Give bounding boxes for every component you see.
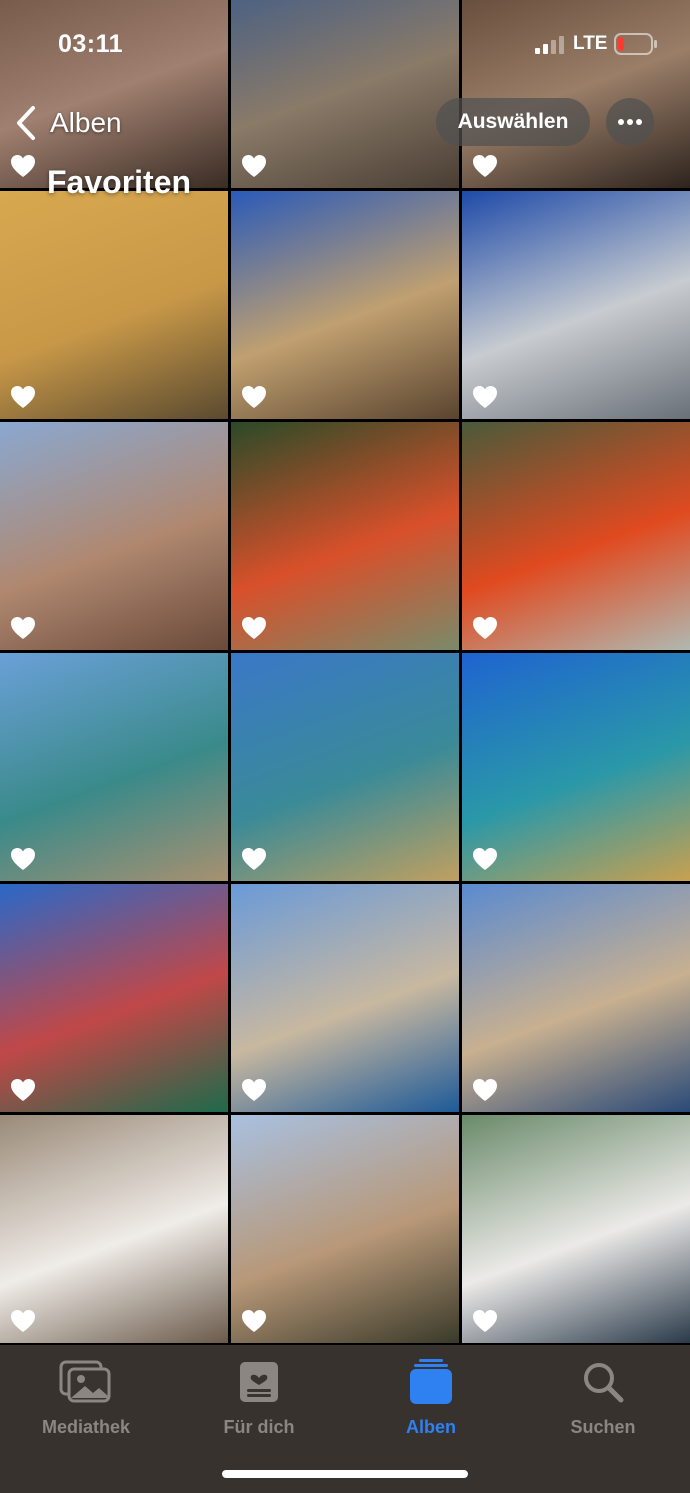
tab-mediathek[interactable]: Mediathek bbox=[11, 1357, 161, 1438]
battery-low-icon bbox=[614, 33, 657, 55]
photo-library-icon bbox=[56, 1357, 116, 1407]
favorite-heart-icon bbox=[241, 1078, 267, 1102]
favorite-heart-icon bbox=[10, 847, 36, 871]
home-indicator[interactable] bbox=[222, 1470, 468, 1478]
photo-thumbnail[interactable] bbox=[462, 422, 690, 650]
photo-thumbnail[interactable] bbox=[0, 422, 228, 650]
photo-thumbnail[interactable] bbox=[0, 653, 228, 881]
tab-label: Alben bbox=[405, 1417, 456, 1437]
photo-thumbnail[interactable] bbox=[231, 1115, 459, 1343]
favorite-heart-icon bbox=[241, 385, 267, 409]
more-button[interactable] bbox=[606, 98, 654, 146]
favorite-heart-icon bbox=[241, 616, 267, 640]
favorite-heart-icon bbox=[241, 1309, 267, 1333]
search-icon bbox=[573, 1357, 633, 1407]
network-type: LTE bbox=[573, 33, 608, 54]
tab-alben[interactable]: Alben bbox=[356, 1357, 506, 1438]
favorite-heart-icon bbox=[241, 847, 267, 871]
favorite-heart-icon bbox=[472, 616, 498, 640]
favorite-heart-icon bbox=[10, 154, 36, 178]
tab-label: Suchen bbox=[570, 1417, 636, 1437]
favorite-heart-icon bbox=[472, 154, 498, 178]
photo-thumbnail[interactable] bbox=[462, 653, 690, 881]
photo-thumbnail[interactable] bbox=[231, 191, 459, 419]
favorite-heart-icon bbox=[10, 385, 36, 409]
for-you-icon bbox=[229, 1357, 289, 1407]
ellipsis-icon bbox=[618, 119, 642, 125]
chevron-left-icon bbox=[17, 106, 35, 140]
back-label: Alben bbox=[50, 107, 122, 138]
photo-thumbnail[interactable] bbox=[231, 884, 459, 1112]
tab-label: Für dich bbox=[223, 1417, 295, 1437]
favorite-heart-icon bbox=[10, 616, 36, 640]
select-button[interactable]: Auswählen bbox=[436, 98, 590, 146]
page-title: Favoriten bbox=[47, 164, 192, 200]
favorite-heart-icon bbox=[472, 1078, 498, 1102]
favorite-heart-icon bbox=[10, 1309, 36, 1333]
photo-thumbnail[interactable] bbox=[462, 191, 690, 419]
favorite-heart-icon bbox=[241, 154, 267, 178]
cellular-signal-icon bbox=[535, 36, 564, 54]
favorite-heart-icon bbox=[10, 1078, 36, 1102]
favorite-heart-icon bbox=[472, 1309, 498, 1333]
photo-grid bbox=[0, 0, 690, 1343]
tab-fuer-dich[interactable]: Für dich bbox=[184, 1357, 334, 1438]
photo-thumbnail[interactable] bbox=[0, 191, 228, 419]
photo-thumbnail[interactable] bbox=[462, 1115, 690, 1343]
status-time: 03:11 bbox=[58, 30, 124, 58]
photo-thumbnail[interactable] bbox=[231, 653, 459, 881]
photo-thumbnail[interactable] bbox=[0, 884, 228, 1112]
photo-thumbnail[interactable] bbox=[0, 1115, 228, 1343]
back-button[interactable]: Alben bbox=[14, 100, 122, 146]
tab-label: Mediathek bbox=[41, 1417, 131, 1437]
photo-thumbnail[interactable] bbox=[462, 884, 690, 1112]
tab-suchen[interactable]: Suchen bbox=[528, 1357, 678, 1438]
photos-app-screen: 03:11 LTE Alben Favoriten Auswählen Medi… bbox=[0, 0, 690, 1493]
photo-thumbnail[interactable] bbox=[231, 422, 459, 650]
albums-icon bbox=[401, 1357, 461, 1407]
status-bar: 03:11 LTE bbox=[0, 0, 690, 90]
favorite-heart-icon bbox=[472, 847, 498, 871]
favorite-heart-icon bbox=[472, 385, 498, 409]
